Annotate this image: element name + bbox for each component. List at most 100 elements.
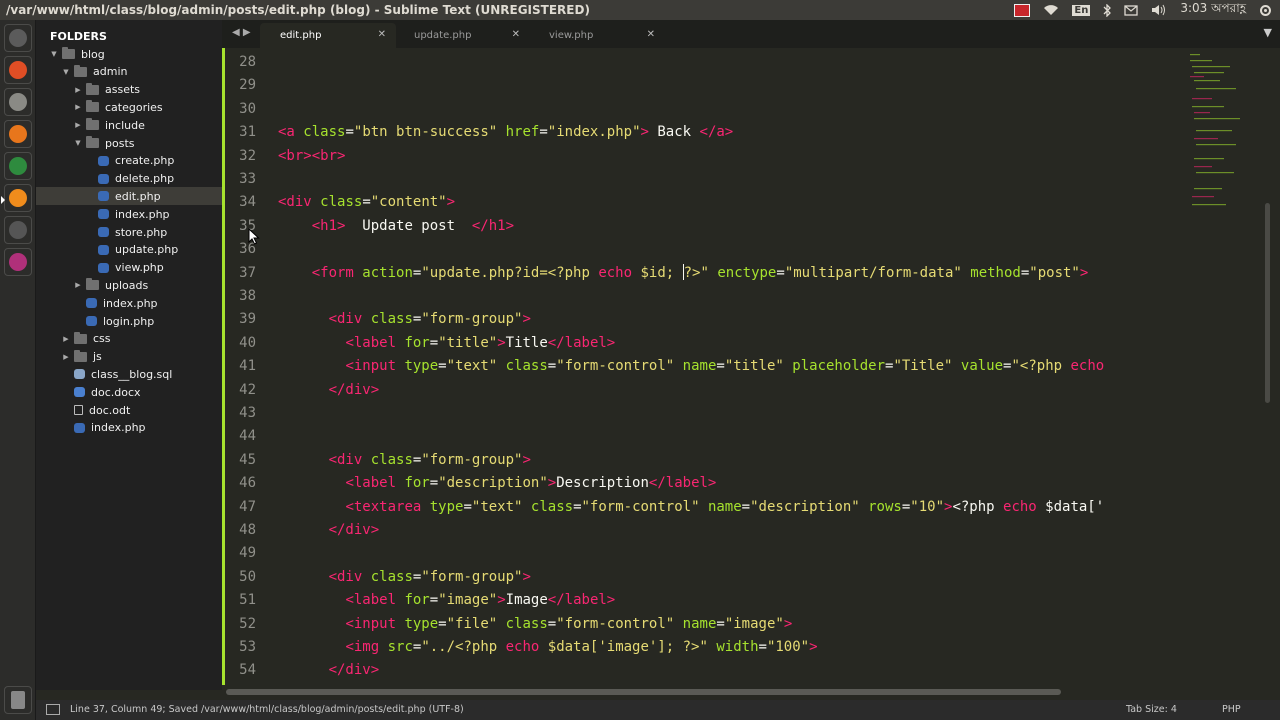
record-indicator-icon[interactable] bbox=[1014, 3, 1031, 17]
chrome-icon bbox=[9, 157, 27, 175]
sidebar-item[interactable]: ▶ categories bbox=[36, 98, 222, 116]
sidebar-item[interactable]: ▶ uploads bbox=[36, 276, 222, 294]
code-line[interactable]: <label for="description">Description</la… bbox=[278, 472, 716, 495]
code-token: > bbox=[809, 639, 818, 655]
folder-icon bbox=[86, 100, 99, 113]
sidebar-item[interactable]: ▼ admin bbox=[36, 63, 222, 81]
collapsed-arrow-icon[interactable]: ▶ bbox=[74, 121, 82, 129]
sidebar-item[interactable]: ▼ blog bbox=[36, 45, 222, 63]
code-token: "description" bbox=[750, 498, 860, 515]
collapsed-arrow-icon[interactable]: ▶ bbox=[62, 353, 70, 361]
code-token: "form-control" bbox=[556, 358, 675, 375]
code-line[interactable]: <label for="title">Title</label> bbox=[278, 332, 615, 355]
sidebar-item[interactable]: edit.php bbox=[36, 187, 222, 206]
expanded-arrow-icon[interactable]: ▼ bbox=[74, 139, 82, 147]
launcher-trash-icon[interactable] bbox=[4, 686, 32, 714]
php-file-icon bbox=[98, 191, 109, 202]
launcher-appstore-icon[interactable] bbox=[4, 248, 32, 276]
code-editor[interactable]: 28 29 30 31 32 33 34 35 36 37 38 39 40 41 42 43 44 45 46 47… bbox=[222, 48, 1272, 688]
code-line[interactable]: <form action = "update.php?id=<?php echo $… bbox=[278, 262, 1088, 285]
code-token: > bbox=[497, 334, 506, 351]
sidebar-item[interactable]: ▶ include bbox=[36, 116, 222, 134]
sidebar-item[interactable]: update.php bbox=[36, 241, 222, 259]
tab-update-php[interactable]: update.php ✕ bbox=[394, 23, 530, 48]
code-token: <label bbox=[345, 334, 405, 351]
clock[interactable]: 3:03 অপরাহ্ণ bbox=[1180, 0, 1246, 20]
sidebar-item[interactable]: doc.odt bbox=[36, 401, 222, 419]
settings-gear-icon[interactable] bbox=[1259, 4, 1272, 17]
tab-view-php[interactable]: view.php ✕ bbox=[529, 23, 665, 48]
code-token: = bbox=[438, 358, 447, 375]
horizontal-scrollbar[interactable] bbox=[226, 689, 1061, 695]
code-line[interactable]: <div class="form-group"> bbox=[278, 566, 531, 589]
docx-file-icon bbox=[74, 387, 85, 398]
code-line[interactable]: <img src = "../<?php echo $data['image']; … bbox=[278, 636, 818, 659]
launcher-chrome-icon[interactable] bbox=[4, 152, 32, 180]
sidebar-item[interactable]: doc.docx bbox=[36, 383, 222, 401]
collapsed-arrow-icon[interactable]: ▶ bbox=[74, 281, 82, 289]
code-token: = bbox=[438, 615, 447, 632]
sidebar-item[interactable]: index.php bbox=[36, 419, 222, 437]
code-line[interactable]: <br><br> bbox=[278, 145, 345, 168]
brave-icon bbox=[9, 61, 27, 79]
sidebar-item[interactable]: create.php bbox=[36, 152, 222, 170]
sidebar-item[interactable]: store.php bbox=[36, 223, 222, 241]
tab-label: view.php bbox=[549, 30, 594, 41]
code-line[interactable]: <label for="image">Image</label> bbox=[278, 589, 615, 612]
close-icon[interactable]: ✕ bbox=[378, 29, 386, 40]
tab-size-selector[interactable]: Tab Size: 4 bbox=[1126, 704, 1177, 715]
unity-launcher bbox=[0, 20, 36, 720]
collapsed-arrow-icon[interactable]: ▶ bbox=[74, 86, 82, 94]
sidebar-item[interactable]: ▼ posts bbox=[36, 134, 222, 152]
tab-navigation-arrows-icon[interactable]: ◀ ▶ bbox=[232, 27, 251, 38]
code-line[interactable]: <input type="text" class="form-control" … bbox=[278, 355, 1104, 378]
sidebar-item[interactable]: ▶ js bbox=[36, 348, 222, 366]
close-icon[interactable]: ✕ bbox=[647, 29, 655, 40]
sidebar-item[interactable]: index.php bbox=[36, 294, 222, 312]
launcher-sublime-icon[interactable] bbox=[1, 184, 32, 212]
sidebar-item[interactable]: index.php bbox=[36, 205, 222, 223]
code-token: <img bbox=[345, 639, 388, 655]
sidebar-item[interactable]: delete.php bbox=[36, 170, 222, 188]
launcher-brave-icon[interactable] bbox=[4, 56, 32, 84]
sidebar-item[interactable]: view.php bbox=[36, 259, 222, 277]
minimap[interactable] bbox=[1188, 48, 1268, 218]
expanded-arrow-icon[interactable]: ▼ bbox=[62, 68, 70, 76]
code-line[interactable]: </div> bbox=[278, 519, 380, 542]
launcher-workspaces-icon[interactable] bbox=[4, 216, 32, 244]
code-token: class bbox=[370, 311, 413, 328]
mail-icon[interactable] bbox=[1124, 4, 1139, 16]
volume-icon[interactable] bbox=[1151, 4, 1167, 16]
code-line[interactable]: </div> bbox=[278, 379, 380, 402]
panel-toggle-icon[interactable] bbox=[46, 704, 60, 715]
sidebar-item[interactable]: class__blog.sql bbox=[36, 365, 222, 383]
keyboard-layout-indicator[interactable]: En bbox=[1072, 4, 1091, 16]
close-icon[interactable]: ✕ bbox=[512, 29, 520, 40]
wifi-icon[interactable] bbox=[1043, 4, 1059, 16]
code-line[interactable]: <div class="form-group"> bbox=[278, 308, 531, 331]
sidebar-item[interactable]: ▶ css bbox=[36, 330, 222, 348]
sidebar-item[interactable]: ▶ assets bbox=[36, 81, 222, 99]
tab-edit-php[interactable]: edit.php ✕ bbox=[260, 23, 396, 48]
sidebar-item[interactable]: login.php bbox=[36, 312, 222, 330]
code-line[interactable]: <div class="form-group"> bbox=[278, 449, 531, 472]
launcher-files-icon[interactable] bbox=[4, 88, 32, 116]
code-line[interactable]: </div> bbox=[278, 659, 380, 682]
launcher-firefox-icon[interactable] bbox=[4, 120, 32, 148]
code-line[interactable]: <input type="file" class="form-control" … bbox=[278, 613, 792, 636]
syntax-selector[interactable]: PHP bbox=[1222, 704, 1241, 715]
code-line[interactable]: <h1> Update post </h1> bbox=[278, 215, 514, 238]
bluetooth-icon[interactable] bbox=[1103, 3, 1112, 17]
expanded-arrow-icon[interactable]: ▼ bbox=[50, 50, 58, 58]
line-number: 34 bbox=[239, 194, 256, 211]
tab-list-dropdown-icon[interactable]: ▼ bbox=[1264, 26, 1272, 39]
sidebar-item-label: view.php bbox=[115, 261, 164, 275]
code-line[interactable]: <div class="content"> bbox=[278, 191, 455, 214]
launcher-dash-icon[interactable] bbox=[4, 24, 32, 52]
tab-label: edit.php bbox=[280, 30, 322, 41]
code-line[interactable]: <a class="btn btn-success" href="index.p… bbox=[278, 121, 733, 144]
code-line[interactable]: <textarea type="text" class="form-contro… bbox=[278, 496, 1104, 519]
collapsed-arrow-icon[interactable]: ▶ bbox=[74, 103, 82, 111]
collapsed-arrow-icon[interactable]: ▶ bbox=[62, 335, 70, 343]
vertical-scrollbar[interactable] bbox=[1265, 203, 1270, 403]
